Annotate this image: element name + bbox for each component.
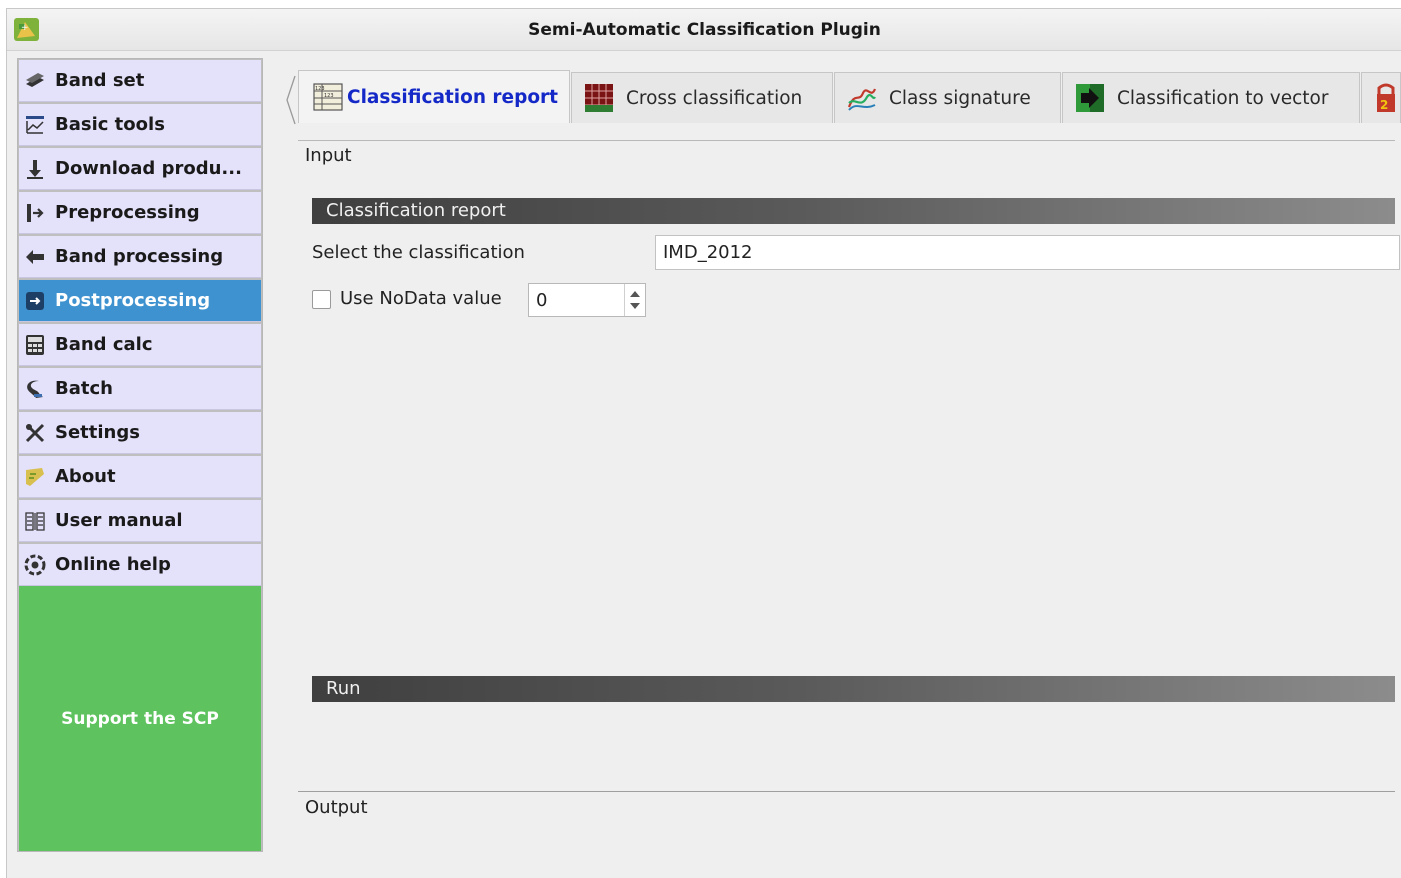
batch-icon [24, 378, 46, 400]
spin-down-icon[interactable] [630, 303, 640, 309]
sidebar-item-label: Band set [55, 70, 145, 91]
window-title: Semi-Automatic Classification Plugin [528, 20, 881, 40]
sidebar-item-label: Online help [55, 554, 171, 575]
download-icon [24, 158, 46, 180]
sidebar-item-online-help[interactable]: Online help [19, 544, 261, 586]
support-scp-button[interactable]: Support the SCP [19, 586, 261, 851]
output-group-label: Output [305, 797, 368, 818]
tab-scroll-left-icon[interactable] [283, 74, 297, 126]
input-group-label: Input [305, 145, 352, 166]
manual-icon [24, 510, 46, 532]
run-section-header: Run [312, 676, 1395, 702]
use-nodata-checkbox[interactable] [312, 290, 331, 309]
sidebar-item-label: Postprocessing [55, 290, 211, 311]
tab-divider [298, 140, 1395, 141]
settings-icon [24, 422, 46, 444]
classification-select[interactable]: IMD_2012 [655, 235, 1400, 270]
sidebar-item-postprocessing[interactable]: Postprocessing [19, 280, 261, 322]
band-processing-icon [24, 246, 46, 268]
sidebar-item-label: Band processing [55, 246, 224, 267]
sidebar-item-label: Batch [55, 378, 113, 399]
svg-text:2: 2 [1380, 98, 1388, 112]
sidebar-item-about[interactable]: About [19, 456, 261, 498]
output-divider [298, 791, 1395, 792]
sidebar-item-label: Settings [55, 422, 140, 443]
sidebar-item-basic-tools[interactable]: Basic tools [19, 104, 261, 146]
tab-label: Classification to vector [1117, 87, 1329, 109]
sidebar-item-band-processing[interactable]: Band processing [19, 236, 261, 278]
about-icon [24, 466, 46, 488]
cross-classification-icon [585, 84, 613, 112]
sidebar-item-download-products[interactable]: Download produ... [19, 148, 261, 190]
title-bar: + Semi-Automatic Classification Plugin [7, 9, 1401, 51]
select-classification-label: Select the classification [312, 242, 525, 263]
sidebar-item-settings[interactable]: Settings [19, 412, 261, 454]
spin-buttons[interactable] [624, 284, 645, 316]
tab-label: Class signature [889, 87, 1031, 109]
spin-up-icon[interactable] [630, 291, 640, 297]
sidebar-item-label: User manual [55, 510, 183, 531]
svg-text:123: 123 [324, 93, 334, 99]
report-table-icon: 123 123 [313, 83, 343, 111]
tab-next-partial[interactable]: 2 [1361, 72, 1401, 123]
tab-classification-report[interactable]: 123 123 Classification report [298, 70, 570, 123]
sidebar-item-band-set[interactable]: Band set [19, 60, 261, 102]
svg-text:123: 123 [315, 86, 325, 92]
tab-label: Classification report [347, 86, 559, 108]
nodata-value-text: 0 [536, 290, 548, 311]
classification-report-section-header: Classification report [312, 198, 1395, 224]
calculator-icon [24, 334, 46, 356]
sidebar-item-user-manual[interactable]: User manual [19, 500, 261, 542]
basic-tools-icon [24, 114, 46, 136]
sidebar-item-label: Preprocessing [55, 202, 200, 223]
sidebar-item-label: Download produ... [55, 158, 242, 179]
sidebar-item-label: Basic tools [55, 114, 165, 135]
preprocessing-icon [24, 202, 46, 224]
sidebar-item-label: Band calc [55, 334, 153, 355]
sidebar-item-preprocessing[interactable]: Preprocessing [19, 192, 261, 234]
sidebar-item-band-calc[interactable]: Band calc [19, 324, 261, 366]
sidebar: Band set Basic tools Download produ... P… [17, 58, 263, 852]
classification-to-vector-icon [1076, 84, 1104, 112]
tab-class-signature[interactable]: Class signature [834, 72, 1061, 123]
band-set-icon [24, 70, 46, 92]
help-icon [24, 554, 46, 576]
postprocessing-icon [24, 290, 46, 312]
accuracy-icon: 2 [1377, 83, 1395, 112]
tab-classification-to-vector[interactable]: Classification to vector [1062, 72, 1360, 123]
tab-cross-classification[interactable]: Cross classification [571, 72, 833, 123]
sidebar-item-batch[interactable]: Batch [19, 368, 261, 410]
class-signature-icon [847, 88, 877, 111]
sidebar-item-label: About [55, 466, 116, 487]
tab-label: Cross classification [626, 87, 803, 109]
nodata-value-spinbox[interactable]: 0 [528, 283, 646, 317]
use-nodata-label: Use NoData value [340, 288, 502, 309]
